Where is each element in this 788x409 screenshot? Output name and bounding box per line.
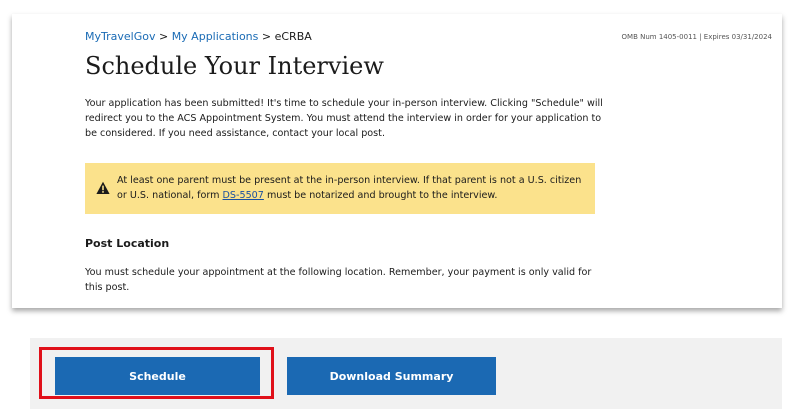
intro-text: Your application has been submitted! It'… bbox=[85, 98, 603, 139]
page: MyTravelGov > My Applications > eCRBA OM… bbox=[0, 0, 788, 409]
warning-icon bbox=[96, 181, 110, 194]
alert-text-end: must be notarized and brought to the int… bbox=[263, 190, 498, 201]
download-summary-button[interactable]: Download Summary bbox=[287, 357, 496, 395]
warning-alert: At least one parent must be present at t… bbox=[85, 163, 595, 214]
ds-5507-link[interactable]: DS-5507 bbox=[223, 190, 264, 201]
post-location-text: You must schedule your appointment at th… bbox=[85, 267, 592, 293]
breadcrumb-mytravelgov[interactable]: MyTravelGov bbox=[85, 30, 155, 43]
breadcrumb-separator: > bbox=[261, 30, 272, 43]
breadcrumb-current: eCRBA bbox=[274, 30, 312, 43]
schedule-button[interactable]: Schedule bbox=[55, 357, 260, 395]
button-bar: Schedule Download Summary bbox=[30, 338, 782, 409]
omb-number: OMB Num 1405-0011 | Expires 03/31/2024 bbox=[621, 33, 772, 41]
post-location-heading: Post Location bbox=[85, 237, 170, 250]
page-title: Schedule Your Interview bbox=[85, 52, 384, 80]
content-card: MyTravelGov > My Applications > eCRBA OM… bbox=[12, 14, 782, 308]
breadcrumb-separator: > bbox=[158, 30, 169, 43]
breadcrumb: MyTravelGov > My Applications > eCRBA bbox=[85, 30, 312, 43]
breadcrumb-my-applications[interactable]: My Applications bbox=[172, 30, 259, 43]
